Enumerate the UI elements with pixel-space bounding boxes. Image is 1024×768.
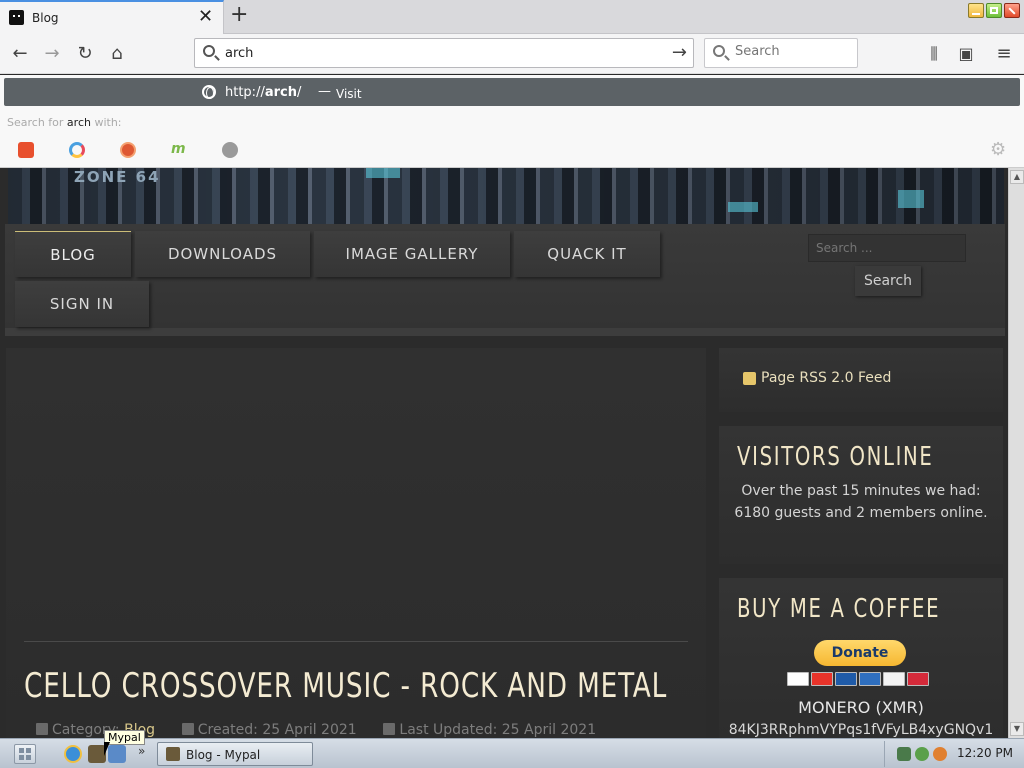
calendar-icon (383, 723, 396, 735)
library-icon[interactable]: ⫼ (922, 42, 946, 66)
suggestion-url: http://arch/ (225, 85, 302, 100)
url-suggestion-row[interactable]: http://arch/ — Visit (4, 78, 1020, 106)
visitors-box: VISITORS ONLINE Over the past 15 minutes… (719, 426, 1003, 564)
suggestion-action: Visit (336, 87, 362, 101)
internet-explorer-icon[interactable] (64, 745, 82, 763)
mouse-cursor (104, 742, 110, 756)
close-tab-icon[interactable]: ✕ (198, 8, 213, 26)
article-title[interactable]: CELLO CROSSOVER MUSIC - ROCK AND METAL (24, 666, 667, 706)
globe-icon (202, 85, 216, 99)
brave-icon[interactable] (18, 142, 34, 158)
search-input[interactable] (735, 44, 845, 59)
visitors-title: VISITORS ONLINE (737, 442, 934, 472)
system-tray: 12:20 PM (884, 741, 1022, 767)
mojeek-icon[interactable]: m (171, 142, 187, 158)
coffee-box: BUY ME A COFFEE Donate MONERO (XMR) 84KJ… (719, 578, 1003, 738)
taskbar: » Blog - Mypal 12:20 PM (0, 738, 1024, 768)
network-icon[interactable] (897, 747, 911, 761)
tab-blog[interactable]: Blog ✕ (0, 0, 224, 34)
rss-box: Page RSS 2.0 Feed (719, 348, 1003, 412)
search-engine-icon[interactable] (222, 142, 238, 158)
calendar-icon (181, 723, 194, 735)
mypal-icon (166, 747, 180, 761)
url-suggestion-popup: http://arch/ — Visit Search for arch wit… (0, 75, 1024, 168)
forward-arrow-icon[interactable]: → (40, 42, 64, 66)
mastercard-icon (811, 672, 833, 686)
quicklaunch-more-icon[interactable]: » (138, 744, 145, 758)
banner-logo: ZONE 64 (74, 168, 161, 186)
search-for-label: Search for arch with: (7, 116, 122, 129)
gear-icon[interactable]: ⚙ (990, 141, 1006, 159)
menu-icon[interactable]: ≡ (992, 42, 1016, 66)
minimize-window-button[interactable] (968, 3, 984, 18)
search-icon (203, 45, 215, 57)
card-icon (907, 672, 929, 686)
back-arrow-icon[interactable]: ← (8, 42, 32, 66)
site-nav: BLOG DOWNLOADS IMAGE GALLERY QUACK IT SI… (5, 224, 1005, 336)
tab-bar: Blog ✕ + (0, 0, 1024, 34)
menu-sign-in[interactable]: SIGN IN (15, 281, 149, 327)
updated-date: Last Updated: 25 April 2021 (399, 722, 597, 738)
suggestion-separator: — (318, 84, 331, 99)
folder-icon (36, 723, 48, 735)
menu-blog[interactable]: BLOG (15, 231, 131, 277)
monero-address[interactable]: 84KJ3RRphmVYPqs1fVFyLB4xyGNQv1 (719, 722, 1003, 738)
amex-icon (859, 672, 881, 686)
duckduckgo-icon[interactable] (120, 142, 136, 158)
rss-link[interactable]: Page RSS 2.0 Feed (761, 370, 891, 386)
tooltip: Mypal (104, 730, 145, 745)
start-button[interactable] (14, 744, 36, 764)
visitors-text: Over the past 15 minutes we had: 6180 gu… (734, 483, 988, 521)
site-search-button[interactable]: Search (855, 266, 921, 296)
new-tab-button[interactable]: + (230, 3, 248, 27)
coffee-title: BUY ME A COFFEE (737, 594, 941, 624)
web-page: ZONE 64 BLOG DOWNLOADS IMAGE GALLERY QUA… (0, 168, 1008, 738)
maximize-window-button[interactable] (986, 3, 1002, 18)
site-favicon-icon (9, 10, 24, 25)
site-search-input[interactable] (808, 234, 966, 262)
clock[interactable]: 12:20 PM (957, 746, 1013, 760)
scroll-down-icon[interactable]: ▼ (1010, 722, 1024, 736)
nav-toolbar: ← → ↻ ⌂ → ⫼ ▣ ≡ (0, 34, 1024, 74)
search-engine-list: m ⚙ (0, 140, 1024, 162)
search-bar[interactable] (704, 38, 858, 68)
sidebar-toggle-icon[interactable]: ▣ (954, 42, 978, 66)
url-bar[interactable]: → (194, 38, 694, 68)
vertical-scrollbar[interactable]: ▲ ▼ (1008, 168, 1024, 738)
monero-label: MONERO (XMR) (798, 698, 924, 717)
article-panel: CELLO CROSSOVER MUSIC - ROCK AND METAL C… (6, 348, 706, 738)
scroll-up-icon[interactable]: ▲ (1010, 170, 1024, 184)
search-icon[interactable] (933, 747, 947, 761)
reload-icon[interactable]: ↻ (73, 42, 97, 66)
desktop-icon[interactable] (108, 745, 126, 763)
divider (24, 641, 688, 642)
taskbar-item-label: Blog - Mypal (186, 748, 261, 762)
url-input[interactable] (225, 44, 655, 62)
update-icon[interactable] (915, 747, 929, 761)
rss-icon (743, 372, 756, 385)
menu-image-gallery[interactable]: IMAGE GALLERY (314, 231, 510, 277)
tab-title: Blog (32, 11, 59, 25)
go-arrow-icon[interactable]: → (672, 42, 687, 63)
taskbar-item-blog[interactable]: Blog - Mypal (157, 742, 313, 766)
donate-button[interactable]: Donate (814, 640, 906, 666)
qwant-icon[interactable] (69, 142, 85, 158)
discover-icon (883, 672, 905, 686)
menu-quack-it[interactable]: QUACK IT (514, 231, 660, 277)
menu-downloads[interactable]: DOWNLOADS (135, 231, 310, 277)
site-banner-image: ZONE 64 (8, 168, 1004, 224)
search-icon (713, 45, 725, 57)
maestro-icon (835, 672, 857, 686)
visa-icon (787, 672, 809, 686)
created-date: Created: 25 April 2021 (197, 722, 357, 738)
close-window-button[interactable] (1004, 3, 1020, 18)
home-icon[interactable]: ⌂ (105, 42, 129, 66)
